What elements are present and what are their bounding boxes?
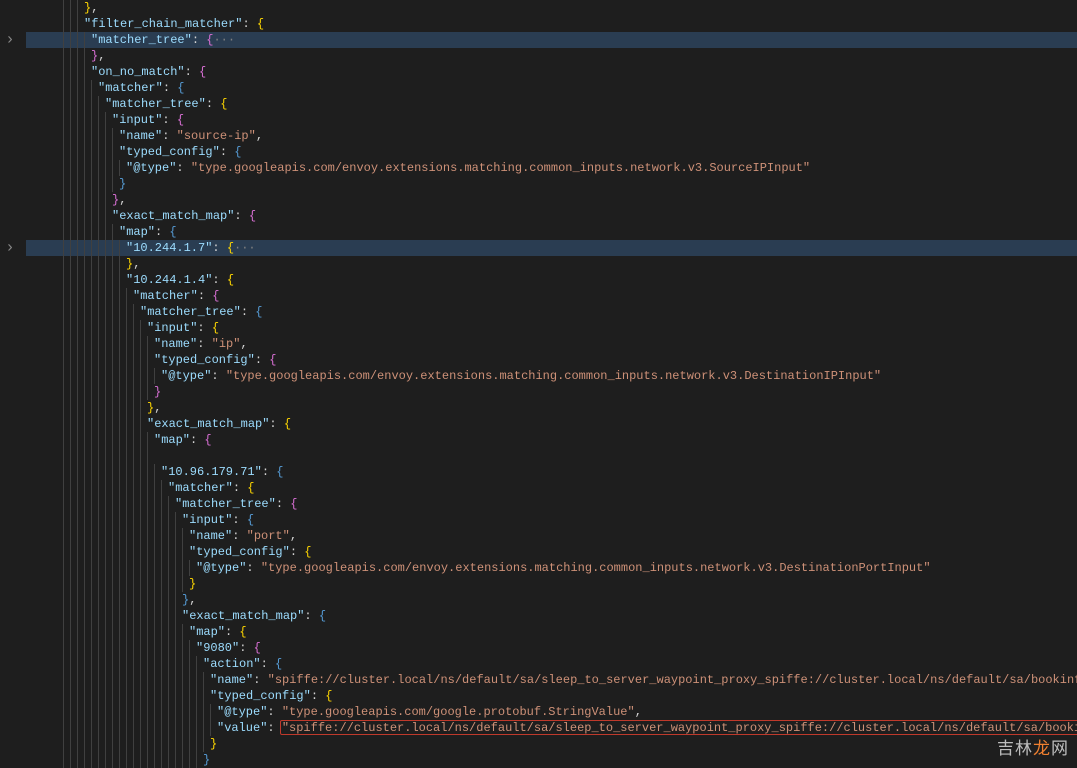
code-line[interactable]: "map": { bbox=[56, 432, 1077, 448]
code-line[interactable]: "@type": "type.googleapis.com/google.pro… bbox=[56, 704, 1077, 720]
code-line[interactable]: "input": { bbox=[56, 320, 1077, 336]
gutter-highlight bbox=[26, 240, 56, 256]
code-line[interactable]: "map": { bbox=[56, 224, 1077, 240]
code-line[interactable]: }, bbox=[56, 400, 1077, 416]
code-line[interactable]: } bbox=[56, 384, 1077, 400]
code-line[interactable]: }, bbox=[56, 256, 1077, 272]
code-line[interactable]: "value": "spiffe://cluster.local/ns/defa… bbox=[56, 720, 1077, 736]
code-line[interactable]: }, bbox=[56, 192, 1077, 208]
code-line[interactable]: "exact_match_map": { bbox=[56, 416, 1077, 432]
code-line[interactable]: "name": "spiffe://cluster.local/ns/defau… bbox=[56, 672, 1077, 688]
code-line[interactable]: "10.244.1.4": { bbox=[56, 272, 1077, 288]
code-line[interactable]: "@type": "type.googleapis.com/envoy.exte… bbox=[56, 560, 1077, 576]
code-line[interactable]: "10.96.179.71": { bbox=[56, 464, 1077, 480]
code-line[interactable]: }, bbox=[56, 48, 1077, 64]
code-area[interactable]: },"filter_chain_matcher": {"matcher_tree… bbox=[56, 0, 1077, 765]
code-line[interactable]: "filter_chain_matcher": { bbox=[56, 16, 1077, 32]
code-line[interactable]: } bbox=[56, 176, 1077, 192]
code-line[interactable]: "name": "port", bbox=[56, 528, 1077, 544]
code-line[interactable]: "input": { bbox=[56, 112, 1077, 128]
code-line[interactable]: "matcher_tree": {··· bbox=[56, 32, 1077, 48]
code-line[interactable]: "matcher": { bbox=[56, 80, 1077, 96]
code-line[interactable]: "input": { bbox=[56, 512, 1077, 528]
code-editor: ›› },"filter_chain_matcher": {"matcher_t… bbox=[0, 0, 1077, 765]
fold-chevron-icon[interactable]: › bbox=[5, 239, 14, 257]
code-line[interactable]: "typed_config": { bbox=[56, 544, 1077, 560]
code-line[interactable]: "matcher": { bbox=[56, 480, 1077, 496]
code-line[interactable]: "9080": { bbox=[56, 640, 1077, 656]
code-line[interactable]: } bbox=[56, 736, 1077, 752]
gutter-highlight bbox=[26, 32, 56, 48]
code-line[interactable]: "typed_config": { bbox=[56, 688, 1077, 704]
code-line[interactable]: "exact_match_map": { bbox=[56, 208, 1077, 224]
code-line[interactable]: "@type": "type.googleapis.com/envoy.exte… bbox=[56, 160, 1077, 176]
code-line[interactable]: "10.244.1.7": {··· bbox=[56, 240, 1077, 256]
code-line[interactable]: "@type": "type.googleapis.com/envoy.exte… bbox=[56, 368, 1077, 384]
code-line[interactable] bbox=[56, 448, 1077, 464]
code-line[interactable]: "matcher_tree": { bbox=[56, 96, 1077, 112]
code-line[interactable]: "name": "source-ip", bbox=[56, 128, 1077, 144]
code-line[interactable]: "map": { bbox=[56, 624, 1077, 640]
code-line[interactable]: "typed_config": { bbox=[56, 352, 1077, 368]
code-line[interactable]: "action": { bbox=[56, 656, 1077, 672]
code-line[interactable]: }, bbox=[56, 0, 1077, 16]
code-line[interactable]: "exact_match_map": { bbox=[56, 608, 1077, 624]
code-line[interactable]: "typed_config": { bbox=[56, 144, 1077, 160]
code-line[interactable]: "matcher_tree": { bbox=[56, 304, 1077, 320]
code-line[interactable]: } bbox=[56, 752, 1077, 768]
code-line[interactable]: } bbox=[56, 576, 1077, 592]
code-line[interactable]: "name": "ip", bbox=[56, 336, 1077, 352]
code-line[interactable]: "matcher_tree": { bbox=[56, 496, 1077, 512]
code-line[interactable]: "on_no_match": { bbox=[56, 64, 1077, 80]
editor-gutter: ›› bbox=[0, 0, 56, 765]
fold-chevron-icon[interactable]: › bbox=[5, 31, 14, 49]
code-line[interactable]: "matcher": { bbox=[56, 288, 1077, 304]
code-line[interactable]: }, bbox=[56, 592, 1077, 608]
